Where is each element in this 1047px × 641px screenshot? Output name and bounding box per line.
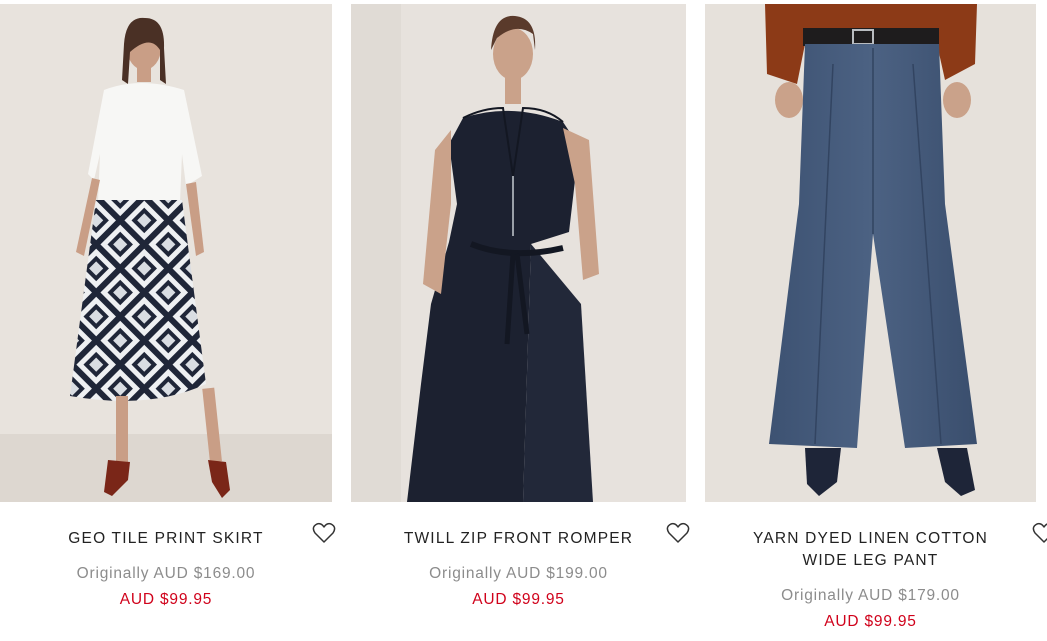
- product-card[interactable]: TWILL ZIP FRONT ROMPER Originally AUD $1…: [351, 0, 690, 641]
- product-image[interactable]: [705, 4, 1036, 502]
- product-grid: GEO TILE PRINT SKIRT Originally AUD $169…: [0, 0, 1047, 641]
- product-name[interactable]: YARN DYED LINEN COTTON WIDE LEG PANT: [741, 528, 1001, 572]
- sale-price: AUD $99.95: [119, 591, 213, 608]
- product-name[interactable]: TWILL ZIP FRONT ROMPER: [351, 528, 686, 550]
- product-info: YARN DYED LINEN COTTON WIDE LEG PANT Ori…: [705, 528, 1036, 631]
- product-name[interactable]: GEO TILE PRINT SKIRT: [0, 528, 332, 550]
- product-image[interactable]: [351, 4, 686, 502]
- product-card[interactable]: YARN DYED LINEN COTTON WIDE LEG PANT Ori…: [705, 0, 1047, 641]
- sale-price: AUD $99.95: [824, 613, 917, 630]
- product-info: GEO TILE PRINT SKIRT Originally AUD $169…: [0, 528, 332, 609]
- product-card[interactable]: GEO TILE PRINT SKIRT Originally AUD $169…: [0, 0, 336, 641]
- product-info: TWILL ZIP FRONT ROMPER Originally AUD $1…: [351, 528, 686, 609]
- sale-price: AUD $99.95: [472, 591, 565, 608]
- original-price: Originally AUD $179.00: [781, 587, 960, 604]
- original-price: Originally AUD $199.00: [429, 565, 608, 582]
- original-price: Originally AUD $169.00: [76, 565, 256, 582]
- product-image[interactable]: [0, 4, 332, 502]
